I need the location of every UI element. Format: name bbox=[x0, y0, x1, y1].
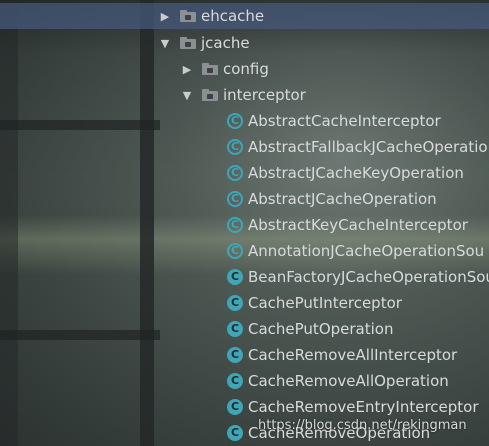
expand-arrow-icon[interactable]: ▶ bbox=[180, 63, 194, 76]
tree-node-class[interactable]: C CacheRemoveAllInterceptor bbox=[0, 342, 489, 368]
tree-node-class[interactable]: C CacheRemoveAllOperation bbox=[0, 368, 489, 394]
tree-node-class[interactable]: C AbstractJCacheOperation bbox=[0, 186, 489, 212]
project-tree: ▶ ehcache ▼ jcache ▶ config ▼ intercepto… bbox=[0, 0, 489, 446]
expand-arrow-icon[interactable]: ▶ bbox=[158, 10, 172, 23]
collapse-arrow-icon[interactable]: ▼ bbox=[158, 37, 172, 50]
tree-node-label: config bbox=[223, 60, 269, 78]
watermark: https://blog.csdn.net/rekingman bbox=[258, 418, 467, 433]
class-name: BeanFactoryJCacheOperationSou bbox=[248, 268, 489, 286]
abstract-class-icon: C bbox=[227, 165, 243, 181]
class-icon: C bbox=[227, 425, 243, 441]
class-name: AbstractFallbackJCacheOperation bbox=[248, 138, 489, 156]
package-folder-icon bbox=[180, 10, 196, 22]
tree-node-class[interactable]: C AbstractCacheInterceptor bbox=[0, 108, 489, 134]
abstract-class-icon: C bbox=[227, 191, 243, 207]
tree-node-class[interactable]: C CachePutInterceptor bbox=[0, 290, 489, 316]
class-name: CachePutOperation bbox=[248, 320, 394, 338]
tree-node-config[interactable]: ▶ config bbox=[0, 56, 489, 82]
class-name: AbstractJCacheKeyOperation bbox=[248, 164, 464, 182]
tree-node-label: jcache bbox=[201, 34, 250, 52]
tree-node-class[interactable]: C CachePutOperation bbox=[0, 316, 489, 342]
tree-node-jcache[interactable]: ▼ jcache bbox=[0, 30, 489, 56]
class-icon: C bbox=[227, 269, 243, 285]
class-name: CachePutInterceptor bbox=[248, 294, 402, 312]
class-icon: C bbox=[227, 373, 243, 389]
package-folder-icon bbox=[180, 37, 196, 49]
tree-node-class[interactable]: C CacheRemoveEntryInterceptor bbox=[0, 394, 489, 420]
class-icon: C bbox=[227, 295, 243, 311]
class-icon: C bbox=[227, 321, 243, 337]
class-name: CacheRemoveAllOperation bbox=[248, 372, 449, 390]
class-name: CacheRemoveEntryInterceptor bbox=[248, 398, 479, 416]
class-name: AbstractCacheInterceptor bbox=[248, 112, 441, 130]
package-folder-icon bbox=[202, 63, 218, 75]
class-icon: C bbox=[227, 399, 243, 415]
tree-node-class[interactable]: C AnnotationJCacheOperationSou bbox=[0, 238, 489, 264]
tree-node-label: ehcache bbox=[201, 7, 265, 25]
abstract-class-icon: C bbox=[227, 243, 243, 259]
abstract-class-icon: C bbox=[227, 217, 243, 233]
class-name: AbstractJCacheOperation bbox=[248, 190, 437, 208]
tree-node-label: interceptor bbox=[223, 86, 306, 104]
tree-node-interceptor[interactable]: ▼ interceptor bbox=[0, 82, 489, 108]
class-icon: C bbox=[227, 347, 243, 363]
abstract-class-icon: C bbox=[227, 113, 243, 129]
tree-node-class[interactable]: C AbstractKeyCacheInterceptor bbox=[0, 212, 489, 238]
class-name: AbstractKeyCacheInterceptor bbox=[248, 216, 468, 234]
abstract-class-icon: C bbox=[227, 139, 243, 155]
package-folder-icon bbox=[202, 89, 218, 101]
class-name: CacheRemoveAllInterceptor bbox=[248, 346, 458, 364]
tree-node-class[interactable]: C BeanFactoryJCacheOperationSou bbox=[0, 264, 489, 290]
collapse-arrow-icon[interactable]: ▼ bbox=[180, 89, 194, 102]
tree-node-ehcache[interactable]: ▶ ehcache bbox=[0, 3, 489, 29]
class-name: AnnotationJCacheOperationSou bbox=[248, 242, 485, 260]
tree-node-class[interactable]: C AbstractJCacheKeyOperation bbox=[0, 160, 489, 186]
tree-node-class[interactable]: C AbstractFallbackJCacheOperation bbox=[0, 134, 489, 160]
